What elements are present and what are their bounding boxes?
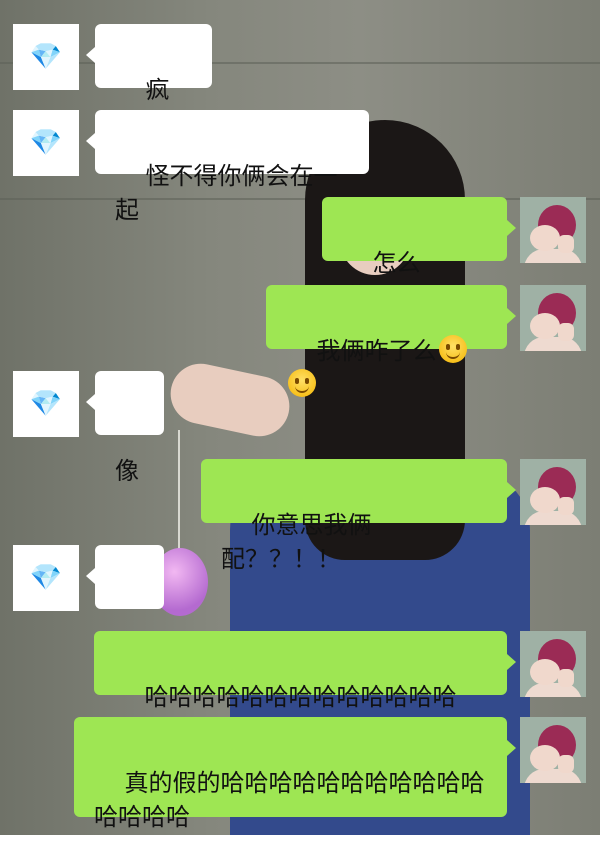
message-text: 像 [115,457,139,485]
message-bubble-sent[interactable]: 哈哈哈哈哈哈哈哈哈哈哈哈哈 [94,631,516,711]
contact-avatar[interactable]: 💎 [13,110,79,176]
avatar-hand [558,669,574,687]
message-text: 哈哈哈哈哈哈哈哈哈哈哈哈哈 [144,683,457,711]
diamond-icon: 💎 [29,128,63,158]
balloon-string [178,430,180,565]
diamond-icon: 💎 [29,563,63,593]
contact-avatar[interactable]: 💎 [13,545,79,611]
contact-avatar[interactable]: 💎 [13,371,79,437]
my-avatar[interactable] [520,197,586,263]
message-bubble-received[interactable]: 昂 [86,545,164,659]
avatar-face [530,659,560,685]
avatar-face [530,745,560,771]
avatar-shoulders [524,249,582,263]
message-bubble-received[interactable]: 怪不得你俩会在一起 [86,110,369,224]
avatar-shoulders [524,337,582,351]
diamond-icon: 💎 [29,389,63,419]
smiling-face-icon [288,369,316,397]
my-avatar[interactable] [520,717,586,783]
avatar-face [530,225,560,251]
message-bubble-received[interactable]: 像 [86,371,164,485]
avatar-hand [558,235,574,253]
avatar-shoulders [524,511,582,525]
avatar-hand [558,755,574,773]
avatar-face [530,487,560,513]
message-text: 我俩咋了么 [316,337,437,365]
photo-arm [165,358,295,442]
avatar-shoulders [524,769,582,783]
avatar-face [530,313,560,339]
smiling-face-icon [438,335,467,363]
diamond-icon: 💎 [29,42,63,72]
avatar-hand [558,323,574,341]
my-avatar[interactable] [520,631,586,697]
contact-avatar[interactable]: 💎 [13,24,79,90]
avatar-shoulders [524,683,582,697]
message-bubble-sent[interactable]: 我俩咋了么 [266,285,516,397]
my-avatar[interactable] [520,285,586,351]
wall-crack [0,198,600,200]
message-bubble-sent[interactable]: 真的假的哈哈哈哈哈哈哈哈哈哈哈哈哈哈哈 [74,717,516,831]
my-avatar[interactable] [520,459,586,525]
message-bubble-sent[interactable]: 你意思我俩配？？！！ [201,459,516,573]
message-bubble-sent[interactable]: 怎么啦？？？ [322,197,516,311]
message-bubble-received[interactable]: 疯了啊 [86,24,212,138]
avatar-hand [558,497,574,515]
